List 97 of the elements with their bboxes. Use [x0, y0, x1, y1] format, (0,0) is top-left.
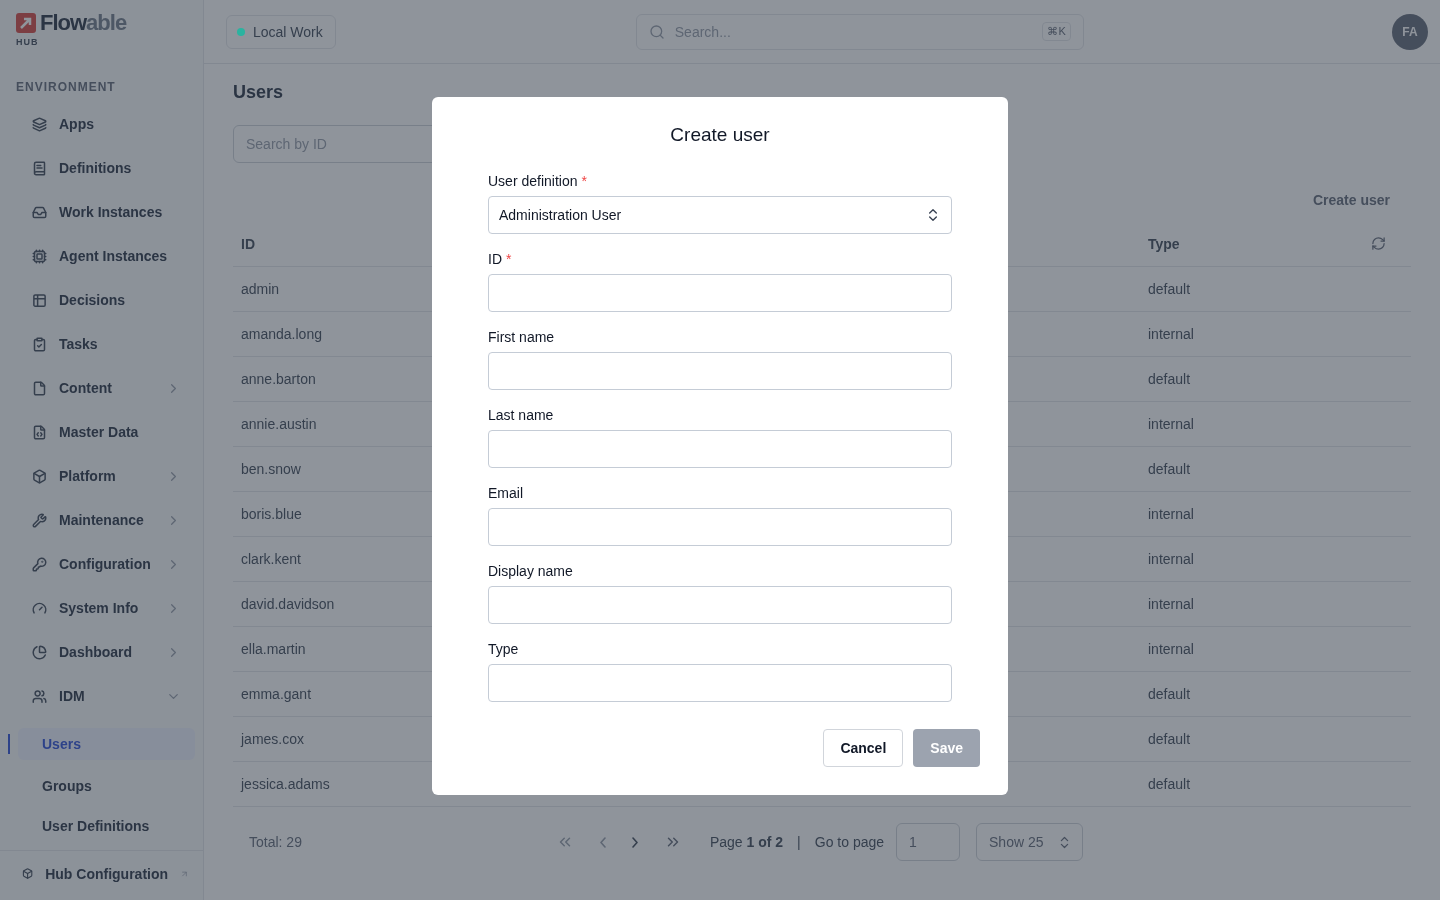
table-cell: emma.gant [241, 686, 312, 702]
table-cell: default [1148, 731, 1191, 747]
column-header: ID [241, 235, 255, 252]
cube-icon [32, 468, 47, 484]
input-field[interactable] [488, 508, 952, 546]
table-icon [32, 292, 47, 308]
input-field[interactable] [488, 352, 952, 390]
table-cell: default [1148, 281, 1191, 297]
sidebar-item[interactable]: Master Data [0, 410, 203, 454]
table-cell: admin [241, 281, 280, 297]
sidebar-item[interactable]: Content [0, 366, 203, 410]
active-indicator [8, 734, 10, 754]
sidebar-item[interactable]: Tasks [0, 322, 203, 366]
cancel-button[interactable]: Cancel [823, 729, 904, 767]
previous-page-button[interactable] [599, 836, 606, 848]
table-cell: james.cox [241, 731, 305, 747]
field-label: ID * [488, 251, 513, 268]
total-count: Total: 29 [249, 834, 302, 850]
sidebar-item[interactable]: Work Instances [0, 190, 203, 234]
chevron-right-icon [631, 836, 638, 848]
select-field[interactable]: Administration User [488, 196, 952, 234]
page-input[interactable]: 1 [896, 823, 961, 861]
gauge-icon [32, 600, 47, 616]
dialog-title: Create user [669, 124, 771, 146]
book-icon [32, 160, 47, 176]
table-cell: amanda.long [241, 326, 322, 342]
shortcut-hint: ⌘K [1042, 22, 1071, 41]
inbox-icon [32, 204, 47, 220]
field-label: First name [488, 329, 556, 346]
table-cell: clark.kent [241, 551, 301, 567]
table-cell: default [1148, 371, 1191, 387]
separator: | [797, 834, 801, 850]
table-cell: default [1148, 461, 1191, 477]
sidebar-footer-link[interactable]: Hub Configuration [0, 850, 203, 896]
table-cell: internal [1148, 416, 1194, 432]
table-cell: default [1148, 686, 1191, 702]
field-label: Type [488, 641, 520, 658]
cube-icon [22, 866, 34, 881]
table-cell: internal [1148, 596, 1194, 612]
sidebar-item[interactable]: Maintenance [0, 498, 203, 542]
sidebar-item[interactable]: Definitions [0, 146, 203, 190]
document-icon [32, 380, 47, 396]
sidebar-item[interactable]: Apps [0, 102, 203, 146]
page-indicator: Page 1 of 2 [709, 834, 784, 850]
chevron-left-icon [599, 836, 606, 848]
sidebar-subitem[interactable]: Groups [18, 766, 195, 806]
environment-badge[interactable]: Local Work [226, 14, 336, 49]
input-field[interactable] [488, 664, 952, 702]
next-page-button[interactable] [631, 836, 638, 848]
create-user-button[interactable]: Create user [1306, 191, 1396, 209]
input-field[interactable] [488, 274, 952, 312]
environment-label: Local Work [253, 23, 323, 40]
table-cell: internal [1148, 641, 1194, 657]
table-cell: internal [1148, 506, 1194, 522]
sidebar-item[interactable]: Configuration [0, 542, 203, 586]
users-icon [32, 688, 47, 704]
table-cell: david.davidson [241, 596, 335, 612]
clipboard-check-icon [32, 336, 47, 352]
input-field[interactable] [488, 430, 952, 468]
table-cell: anne.barton [241, 371, 316, 387]
refresh-icon[interactable] [1371, 236, 1386, 251]
page-title: Users [233, 82, 285, 104]
field-label: Display name [488, 563, 574, 580]
field-label: User definition * [488, 173, 588, 190]
search-icon [648, 23, 665, 40]
table-cell: jessica.adams [241, 776, 330, 792]
table-cell: internal [1148, 326, 1194, 342]
table-cell: ben.snow [241, 461, 301, 477]
pie-chart-icon [32, 644, 47, 660]
sidebar-item[interactable]: Decisions [0, 278, 203, 322]
chip-icon [32, 248, 47, 264]
sidebar-item[interactable]: IDM [0, 674, 203, 718]
sidebar-item[interactable]: System Info [0, 586, 203, 630]
section-heading: ENVIRONMENT [15, 79, 117, 96]
go-to-page-label: Go to page [814, 834, 885, 850]
brand-name: Flowable [40, 11, 127, 35]
tools-icon [32, 512, 47, 528]
brand-subtitle: HUB [16, 37, 39, 47]
code-file-icon [32, 424, 47, 440]
field-label: Email [488, 485, 524, 502]
sidebar-item[interactable]: Dashboard [0, 630, 203, 674]
page-size-select[interactable]: Show 25 [976, 823, 1084, 861]
table-cell: annie.austin [241, 416, 317, 432]
user-avatar[interactable]: FA [1392, 13, 1428, 50]
sidebar-subitem[interactable]: User Definitions [18, 806, 195, 846]
layers-icon [32, 116, 47, 132]
key-icon [32, 556, 47, 572]
table-cell: boris.blue [241, 506, 302, 522]
sidebar-item[interactable]: Platform [0, 454, 203, 498]
column-header: Type [1148, 235, 1180, 252]
table-cell: default [1148, 776, 1191, 792]
field-label: Last name [488, 407, 555, 424]
table-cell: internal [1148, 551, 1194, 567]
sidebar-item[interactable]: Agent Instances [0, 234, 203, 278]
input-field[interactable] [488, 586, 952, 624]
table-cell: ella.martin [241, 641, 306, 657]
logo-icon [16, 13, 36, 33]
